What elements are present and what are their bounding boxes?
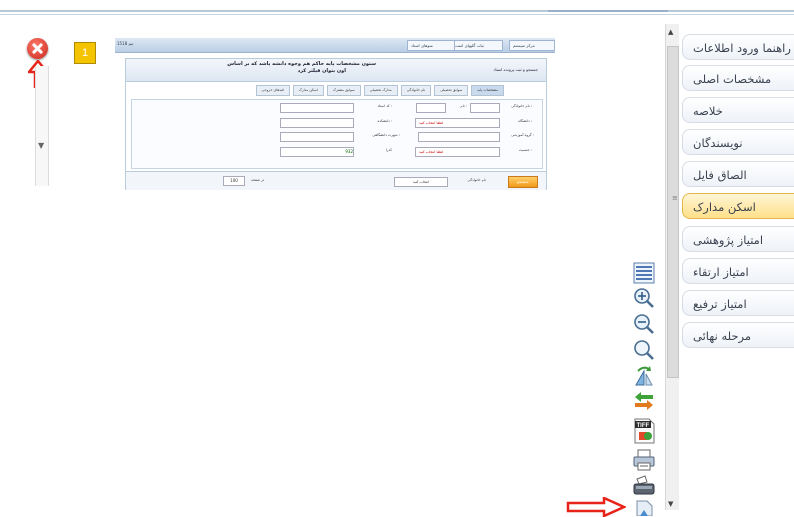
preview-tab: اسکن مدارک: [292, 85, 324, 96]
preview-label: دانشکده :: [377, 119, 392, 123]
nav-item-attach-file[interactable]: الصاق فایل: [682, 161, 794, 187]
preview-label: گروه آموزشی :: [511, 133, 534, 137]
preview-header: ستون مشخصات پایه حاکم هم وجوه دانشه پاشد…: [126, 59, 546, 82]
nav-item-scan-documents[interactable]: اسکن مدارک: [682, 193, 794, 219]
nav-item-upgrade-score[interactable]: امتیاز ترفیع: [682, 290, 794, 316]
zoom-reset-icon[interactable]: [632, 339, 656, 361]
svg-text:TIFF: TIFF: [637, 423, 650, 429]
preview-label: دانشگاه :: [518, 119, 532, 123]
preview-footer: جستجو نام خانوادگی انتخاب کنید در صفحه 1…: [126, 171, 546, 190]
arrow-right-icon: [566, 497, 626, 517]
preview-toolbar-text: 1518 تيم: [117, 41, 134, 46]
page-number-badge: 1: [74, 42, 96, 64]
left-scrollbar[interactable]: ▼: [35, 66, 49, 186]
chevron-down-icon: ▼: [38, 141, 45, 150]
preview-label: در صفحه: [251, 178, 265, 182]
zoom-out-icon[interactable]: [632, 313, 656, 335]
preview-tab: سوابق تحصیلی: [434, 85, 469, 96]
preview-select: [418, 132, 500, 142]
preview-label: نام خانوادگی: [467, 178, 486, 182]
preview-label: نام خانوادگی :: [511, 104, 532, 108]
preview-tab: مشخصات پایه: [471, 85, 504, 96]
tiff-file-icon[interactable]: TIFF: [632, 418, 656, 444]
preview-toolbar: 1518 تيم مرکز سیستم ثبات گلپهای است منوه…: [115, 38, 555, 53]
nav-item-main-info[interactable]: مشخصات اصلی: [682, 65, 794, 91]
splitter-grip-icon[interactable]: ≡: [672, 194, 678, 202]
nav-item-authors[interactable]: نویسندگان: [682, 129, 794, 155]
zoom-in-icon[interactable]: [632, 287, 656, 309]
document-preview: 1518 تيم مرکز سیستم ثبات گلپهای است منوه…: [115, 38, 555, 198]
rotate-icon[interactable]: [632, 365, 656, 387]
preview-select: انتخاب کنید: [394, 177, 448, 187]
preview-toolbar-button: ثبات گلپهای است: [451, 40, 503, 51]
preview-tabs: مشخصات پایه سوابق تحصیلی نام خانوادگی مد…: [174, 85, 504, 96]
preview-title: ستون مشخصات پایه حاکم هم وجوه دانشه پاشد…: [227, 61, 376, 67]
chevron-down-icon[interactable]: ▼: [668, 500, 673, 508]
preview-label: کدرا: [385, 148, 392, 152]
scanner-icon[interactable]: [632, 475, 656, 497]
preview-field: [470, 103, 500, 113]
nav-item-guide[interactable]: راهنما ورود اطلاعات: [682, 34, 794, 60]
preview-label: کد استاد :: [377, 104, 393, 108]
preview-tab: نام خانوادگی: [400, 85, 432, 96]
preview-label: نام :: [460, 104, 467, 108]
scrollbar-thumb[interactable]: [667, 46, 679, 378]
preview-tab: مدارک تحصیلی: [363, 85, 398, 96]
top-tab-indicator: [548, 2, 668, 12]
preview-form: نام خانوادگی : نام : کد استاد : دانشگاه …: [131, 99, 543, 169]
preview-toolbar-button: مرکز سیستم: [509, 40, 555, 51]
preview-select: لطفا انتخاب کنید: [415, 147, 500, 157]
preview-subtitle: اون بتوان فیلتر کرد: [297, 68, 346, 74]
nav-item-summary[interactable]: خلاصه: [682, 97, 794, 123]
top-divider-secondary: [0, 14, 794, 15]
nav-item-final-step[interactable]: مرحله نهائی: [682, 322, 794, 348]
preview-toolbar-button: منوهای اسناد: [407, 40, 455, 51]
preview-select: لطفا انتخاب کنید: [415, 118, 500, 128]
toolbar-scrollbar[interactable]: ▲ ▼: [665, 24, 679, 510]
preview-field: [280, 132, 354, 142]
top-divider: [0, 10, 794, 12]
preview-label: جنسیت :: [518, 148, 532, 152]
preview-tab: سوابق مشترک: [326, 85, 361, 96]
swap-arrows-icon[interactable]: [632, 390, 656, 412]
preview-select: [280, 118, 354, 128]
preview-panel: ستون مشخصات پایه حاکم هم وجوه دانشه پاشد…: [125, 58, 547, 190]
preview-header-label: جستجو و ثبت پرونده استاد: [493, 67, 538, 72]
side-navigation: راهنما ورود اطلاعات مشخصات اصلی خلاصه نو…: [680, 30, 794, 500]
preview-search-button: جستجو: [508, 176, 538, 188]
nav-item-promotion-score[interactable]: امتیاز ارتقاء: [682, 258, 794, 284]
preview-label: شهرت دانشگاهی :: [372, 133, 400, 137]
preview-page-size: 100: [223, 176, 245, 186]
chevron-up-icon[interactable]: ▲: [668, 28, 673, 36]
print-icon[interactable]: [632, 449, 656, 471]
preview-field: 932: [280, 147, 354, 157]
preview-tab: قیدهای خروجی: [255, 85, 290, 96]
nav-item-research-score[interactable]: امتیاز پژوهشی: [682, 226, 794, 252]
preview-field: [416, 103, 446, 113]
close-icon[interactable]: [27, 38, 48, 59]
list-icon[interactable]: [632, 262, 656, 284]
preview-field: [280, 103, 354, 113]
page-icon[interactable]: [632, 500, 656, 516]
